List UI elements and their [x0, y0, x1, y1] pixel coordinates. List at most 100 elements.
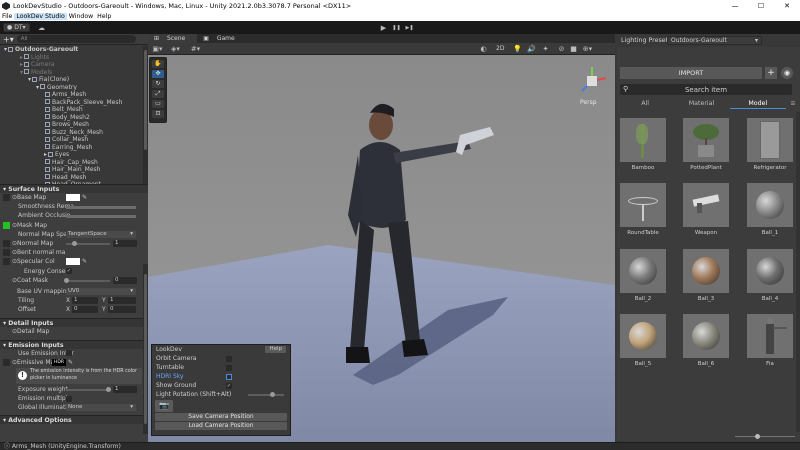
expand-arrow-icon[interactable]: ▸ [44, 151, 47, 158]
menu-file[interactable]: File [0, 13, 14, 20]
asset-tile[interactable]: PottedPlant [683, 118, 729, 176]
tab-material[interactable]: Material [673, 99, 729, 109]
screenshot-camera-icon[interactable]: 📷 [155, 400, 173, 412]
hierarchy-item[interactable]: ▸ Eyes [0, 151, 148, 159]
asset-tile[interactable]: Ball_2 [620, 249, 666, 307]
asset-tile[interactable]: Ball_5 [620, 314, 666, 372]
load-camera-position-button[interactable]: Load Camera Position [155, 422, 287, 430]
expand-arrow-icon[interactable]: ▾ [28, 76, 31, 83]
expand-arrow-icon[interactable]: ▾ [36, 84, 39, 91]
hierarchy-item[interactable]: Arms_Mesh [0, 91, 148, 99]
lighting-icon[interactable]: ◐ [478, 44, 489, 53]
expand-arrow-icon[interactable]: ▸ [20, 54, 23, 61]
tab-scene[interactable]: ⊞ Scene [148, 34, 198, 43]
base-uv-dropdown[interactable]: UV0 ▾ [66, 287, 136, 295]
grid-icon[interactable]: #▾ [190, 44, 201, 53]
add-icon[interactable]: +▾ [3, 35, 14, 44]
close-button[interactable]: ✕ [774, 0, 800, 12]
lookdev-option-checkbox[interactable] [226, 364, 232, 371]
exposure-weight-slider[interactable] [66, 389, 110, 391]
tiling-x-field[interactable]: 1 [72, 297, 98, 305]
emissive-color-swatch[interactable]: HDR [52, 358, 66, 366]
asset-scrollbar[interactable] [796, 112, 800, 432]
tiling-y-field[interactable]: 1 [108, 297, 136, 305]
texture-slot-icon[interactable] [3, 358, 10, 366]
light-rotation-slider[interactable] [248, 394, 284, 396]
hierarchy-item[interactable]: ▾ Models [0, 69, 148, 77]
move-tool-icon[interactable]: ✥ [152, 70, 164, 78]
camera-icon[interactable]: ■ [568, 44, 579, 53]
hierarchy-item[interactable]: ▾ Geometry [0, 84, 148, 92]
lookdev-help-button[interactable]: Help [265, 346, 286, 353]
surface-inputs-header[interactable]: ▾ Surface Inputs [0, 184, 148, 193]
specular-color-swatch[interactable] [66, 258, 80, 266]
mask-map-texture[interactable] [3, 221, 10, 229]
scale-tool-icon[interactable]: ⤢ [152, 90, 164, 98]
hidden-icon[interactable]: ⊘ [556, 44, 567, 53]
normal-scale-field[interactable]: 1 [113, 239, 137, 247]
rotate-tool-icon[interactable]: ↻ [152, 80, 164, 88]
use-emission-checkbox[interactable] [66, 350, 72, 357]
texture-slot-icon[interactable] [3, 258, 10, 266]
normal-scale-knob[interactable] [72, 240, 77, 246]
asset-tile[interactable]: Refrigerator [747, 118, 793, 176]
exposure-weight-field[interactable]: 1 [113, 386, 137, 393]
hierarchy-item[interactable]: Head_Mesh [0, 174, 148, 182]
offset-x-field[interactable]: 0 [72, 306, 98, 314]
light-rotation-knob[interactable] [270, 392, 275, 397]
thumbnail-size-slider[interactable] [735, 434, 795, 439]
gizmos-icon[interactable]: ⊕▾ [582, 44, 593, 53]
cloud-icon[interactable]: ☁ [36, 23, 47, 32]
asset-tile[interactable]: Ball_4 [747, 249, 793, 307]
hierarchy-item[interactable]: ▾ Outdoors-Gareoult [0, 46, 148, 54]
play-button[interactable]: ▶ [378, 23, 389, 32]
asset-tile[interactable]: Weapon [683, 183, 729, 241]
settings-icon[interactable]: ≡ [786, 99, 800, 109]
lighting-preset-dropdown[interactable]: Outdoors-Gareoult ▾ [667, 36, 762, 45]
hierarchy-item[interactable]: Buzz_Neck_Mesh [0, 129, 148, 137]
texture-slot-icon[interactable] [3, 194, 10, 201]
maximize-button[interactable]: ☐ [748, 0, 774, 12]
hierarchy-item[interactable]: ▸ Camera [0, 61, 148, 69]
hierarchy-item[interactable]: Collar_Mesh [0, 136, 148, 144]
advanced-options-header[interactable]: ▾ Advanced Options [0, 414, 148, 424]
eyedropper-icon[interactable]: ✎ [82, 257, 87, 266]
asset-tile[interactable]: Ball_6 [683, 314, 729, 372]
hierarchy-item[interactable]: Body_Mesh2 [0, 114, 148, 122]
eyedropper-icon[interactable]: ✎ [82, 193, 87, 202]
tab-game[interactable]: ▣ Game [197, 34, 246, 43]
expand-arrow-icon[interactable]: ▾ [20, 69, 23, 76]
hierarchy-item[interactable]: Belt_Mesh [0, 106, 148, 114]
browse-icon[interactable]: ◉ [781, 67, 793, 79]
hierarchy-search-input[interactable]: All [16, 35, 136, 43]
rect-tool-icon[interactable]: ▭ [152, 100, 164, 108]
effects-icon[interactable]: ✦ [540, 44, 551, 53]
lookdev-option-checkbox[interactable] [226, 373, 232, 380]
draw-mode-icon[interactable]: ▣▾ [152, 44, 163, 53]
menu-help[interactable]: Help [95, 13, 113, 20]
pause-button[interactable]: ❚❚ [391, 23, 402, 32]
normal-map-space-dropdown[interactable]: TangentSpace ▾ [66, 230, 136, 238]
minimize-button[interactable]: — [722, 0, 748, 12]
asset-tile[interactable]: RoundTable [620, 183, 666, 241]
detail-inputs-header[interactable]: ▾ Detail Inputs [0, 318, 148, 328]
lookdev-option-checkbox[interactable] [226, 355, 232, 362]
texture-slot-icon[interactable] [3, 249, 10, 257]
base-color-swatch[interactable] [66, 194, 80, 201]
transform-tool-icon[interactable]: ⊡ [152, 110, 164, 118]
orientation-gizmo[interactable]: Persp [572, 64, 612, 110]
hierarchy-item[interactable]: ▸ Lights [0, 54, 148, 62]
expand-arrow-icon[interactable]: ▾ [4, 46, 7, 53]
asset-tile[interactable]: Ball_3 [683, 249, 729, 307]
audio-icon[interactable]: 🔊 [526, 44, 537, 53]
hierarchy-item[interactable]: Earring_Mesh [0, 144, 148, 152]
coat-mask-knob[interactable] [64, 277, 69, 283]
light-toggle-icon[interactable]: 💡 [512, 44, 523, 53]
expand-arrow-icon[interactable]: ▸ [20, 61, 23, 68]
2d-toggle[interactable]: 2D [496, 45, 504, 52]
hierarchy-item[interactable]: BackPack_Sleeve_Mesh [0, 99, 148, 107]
asset-tile[interactable]: Ball_1 [747, 183, 793, 241]
emission-inputs-header[interactable]: ▾ Emission Inputs [0, 339, 148, 349]
hierarchy-item[interactable]: Brows_Mesh [0, 121, 148, 129]
step-button[interactable]: ▶❚ [404, 23, 415, 32]
